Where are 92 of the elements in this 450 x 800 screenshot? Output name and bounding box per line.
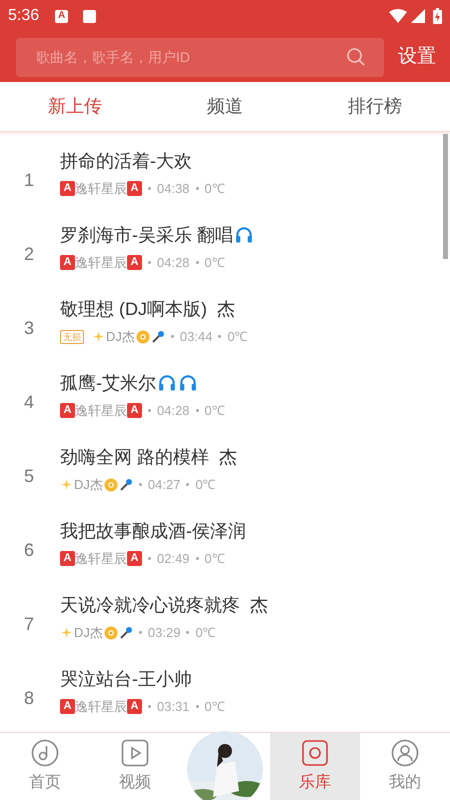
disc-icon bbox=[104, 478, 118, 492]
song-title: 罗刹海市-吴采乐 翻唱 bbox=[60, 224, 233, 247]
battery-icon bbox=[433, 8, 442, 24]
song-row[interactable]: 7 天说冷就冷心说疼就疼 杰 DJ杰 03:29 0℃ bbox=[0, 580, 443, 654]
letter-badge: A bbox=[60, 403, 75, 418]
letter-badge: A bbox=[127, 181, 142, 196]
letter-badge: A bbox=[127, 255, 142, 270]
search-field[interactable]: 歌曲名，歌手名，用户ID bbox=[36, 46, 346, 68]
song-duration: 03:31 bbox=[157, 698, 190, 716]
song-row[interactable]: 4 孤鹰-艾米尔 A 逸轩星辰 A 04:28 0℃ bbox=[0, 358, 443, 432]
song-heat: 0℃ bbox=[195, 476, 216, 494]
song-title: 孤鹰-艾米尔 bbox=[60, 372, 156, 395]
sparkle-icon bbox=[92, 330, 105, 343]
author-name: DJ杰 bbox=[74, 476, 103, 494]
song-heat: 0℃ bbox=[204, 180, 225, 198]
nav-tab[interactable]: 我的 bbox=[360, 733, 450, 800]
microphone-icon bbox=[118, 478, 133, 492]
disc-icon bbox=[136, 330, 150, 344]
status-time: 5:36 bbox=[8, 6, 40, 26]
headphones-icon bbox=[157, 373, 177, 394]
song-duration: 02:49 bbox=[157, 550, 190, 568]
sparkle-icon bbox=[60, 626, 73, 639]
microphone-icon bbox=[118, 626, 133, 640]
letter-badge: A bbox=[127, 551, 142, 566]
person-icon bbox=[391, 738, 419, 766]
settings-button[interactable]: 设置 bbox=[398, 42, 436, 72]
song-duration: 03:44 bbox=[180, 328, 212, 346]
song-row[interactable]: 8 哭泣站台-王小帅 A 逸轩星辰 A 03:31 0℃ bbox=[0, 654, 443, 728]
author-name: DJ杰 bbox=[106, 328, 135, 346]
song-title: 劲嗨全网 路的模样 杰 bbox=[60, 446, 238, 469]
letter-badge: A bbox=[127, 403, 142, 418]
letter-badge: A bbox=[60, 551, 75, 566]
song-index: 7 bbox=[23, 612, 36, 636]
author-name: 逸轩星辰 bbox=[75, 180, 127, 198]
signal-icon bbox=[411, 9, 425, 23]
play-icon bbox=[121, 738, 149, 766]
song-index: 8 bbox=[23, 686, 36, 710]
song-heat: 0℃ bbox=[195, 624, 216, 642]
author-name: DJ杰 bbox=[74, 624, 103, 642]
song-heat: 0℃ bbox=[204, 254, 225, 272]
wifi-icon bbox=[389, 9, 407, 23]
album-icon bbox=[301, 738, 329, 766]
song-row[interactable]: 1 拼命的活着-大欢 A 逸轩星辰 A 04:38 0℃ bbox=[0, 136, 443, 210]
headphones-icon bbox=[178, 373, 198, 394]
song-heat: 0℃ bbox=[204, 402, 225, 420]
search-field[interactable]: 歌曲名，歌手名，用户ID bbox=[16, 38, 384, 76]
song-duration: 04:28 bbox=[157, 254, 190, 272]
author-name: 逸轩星辰 bbox=[75, 402, 127, 420]
song-index: 3 bbox=[23, 316, 36, 340]
song-heat: 0℃ bbox=[204, 698, 225, 716]
notification-icon bbox=[83, 10, 96, 22]
author-name: 逸轩星辰 bbox=[75, 254, 127, 272]
song-index: 5 bbox=[23, 464, 36, 488]
headphones-icon bbox=[234, 225, 254, 246]
song-index: 1 bbox=[23, 168, 36, 192]
nav-tab[interactable]: 乐库 bbox=[270, 733, 360, 800]
song-title: 敬理想 (DJ啊本版) 杰 bbox=[60, 298, 235, 321]
song-index: 6 bbox=[23, 538, 36, 562]
song-title: 我把故事酿成酒-侯泽润 bbox=[60, 520, 246, 543]
song-row[interactable]: 2 罗刹海市-吴采乐 翻唱 A 逸轩星辰 A 04:28 0℃ bbox=[0, 210, 443, 284]
author-name: 逸轩星辰 bbox=[75, 550, 127, 568]
microphone-icon bbox=[150, 330, 165, 344]
song-title: 拼命的活着-大欢 bbox=[60, 150, 192, 173]
song-index: 4 bbox=[23, 390, 36, 414]
letter-badge: A bbox=[60, 699, 75, 714]
nav-tab[interactable]: 视频 bbox=[90, 733, 180, 800]
sparkle-icon bbox=[60, 478, 73, 491]
song-duration: 04:38 bbox=[157, 180, 190, 198]
nav-tab[interactable]: 首页 bbox=[0, 733, 90, 800]
letter-badge: A bbox=[60, 255, 75, 270]
letter-badge: A bbox=[60, 181, 75, 196]
author-name: 逸轩星辰 bbox=[75, 698, 127, 716]
letter-badge: A bbox=[127, 699, 142, 714]
song-index: 2 bbox=[23, 242, 36, 266]
song-title: 天说冷就冷心说疼就疼 杰 bbox=[60, 594, 268, 617]
song-row[interactable]: 3 敬理想 (DJ啊本版) 杰 无损 DJ杰 03:44 0℃ bbox=[0, 284, 443, 358]
search-icon bbox=[346, 47, 366, 67]
disc-icon bbox=[104, 626, 118, 640]
tab[interactable]: 新上传 bbox=[0, 82, 150, 131]
song-duration: 03:29 bbox=[148, 624, 180, 642]
song-row[interactable]: 5 劲嗨全网 路的模样 杰 DJ杰 04:27 0℃ bbox=[0, 432, 443, 506]
song-title: 哭泣站台-王小帅 bbox=[60, 668, 192, 691]
music-note-icon bbox=[31, 738, 59, 766]
notification-badge: A bbox=[55, 10, 68, 22]
song-row[interactable]: 6 我把故事酿成酒-侯泽润 A 逸轩星辰 A 02:49 0℃ bbox=[0, 506, 443, 580]
song-duration: 04:28 bbox=[157, 402, 190, 420]
tab[interactable]: 排行榜 bbox=[300, 82, 450, 131]
lossless-tag: 无损 bbox=[60, 330, 84, 344]
tab[interactable]: 频道 bbox=[150, 82, 300, 131]
song-heat: 0℃ bbox=[227, 328, 248, 346]
song-heat: 0℃ bbox=[204, 550, 225, 568]
song-duration: 04:27 bbox=[148, 476, 180, 494]
